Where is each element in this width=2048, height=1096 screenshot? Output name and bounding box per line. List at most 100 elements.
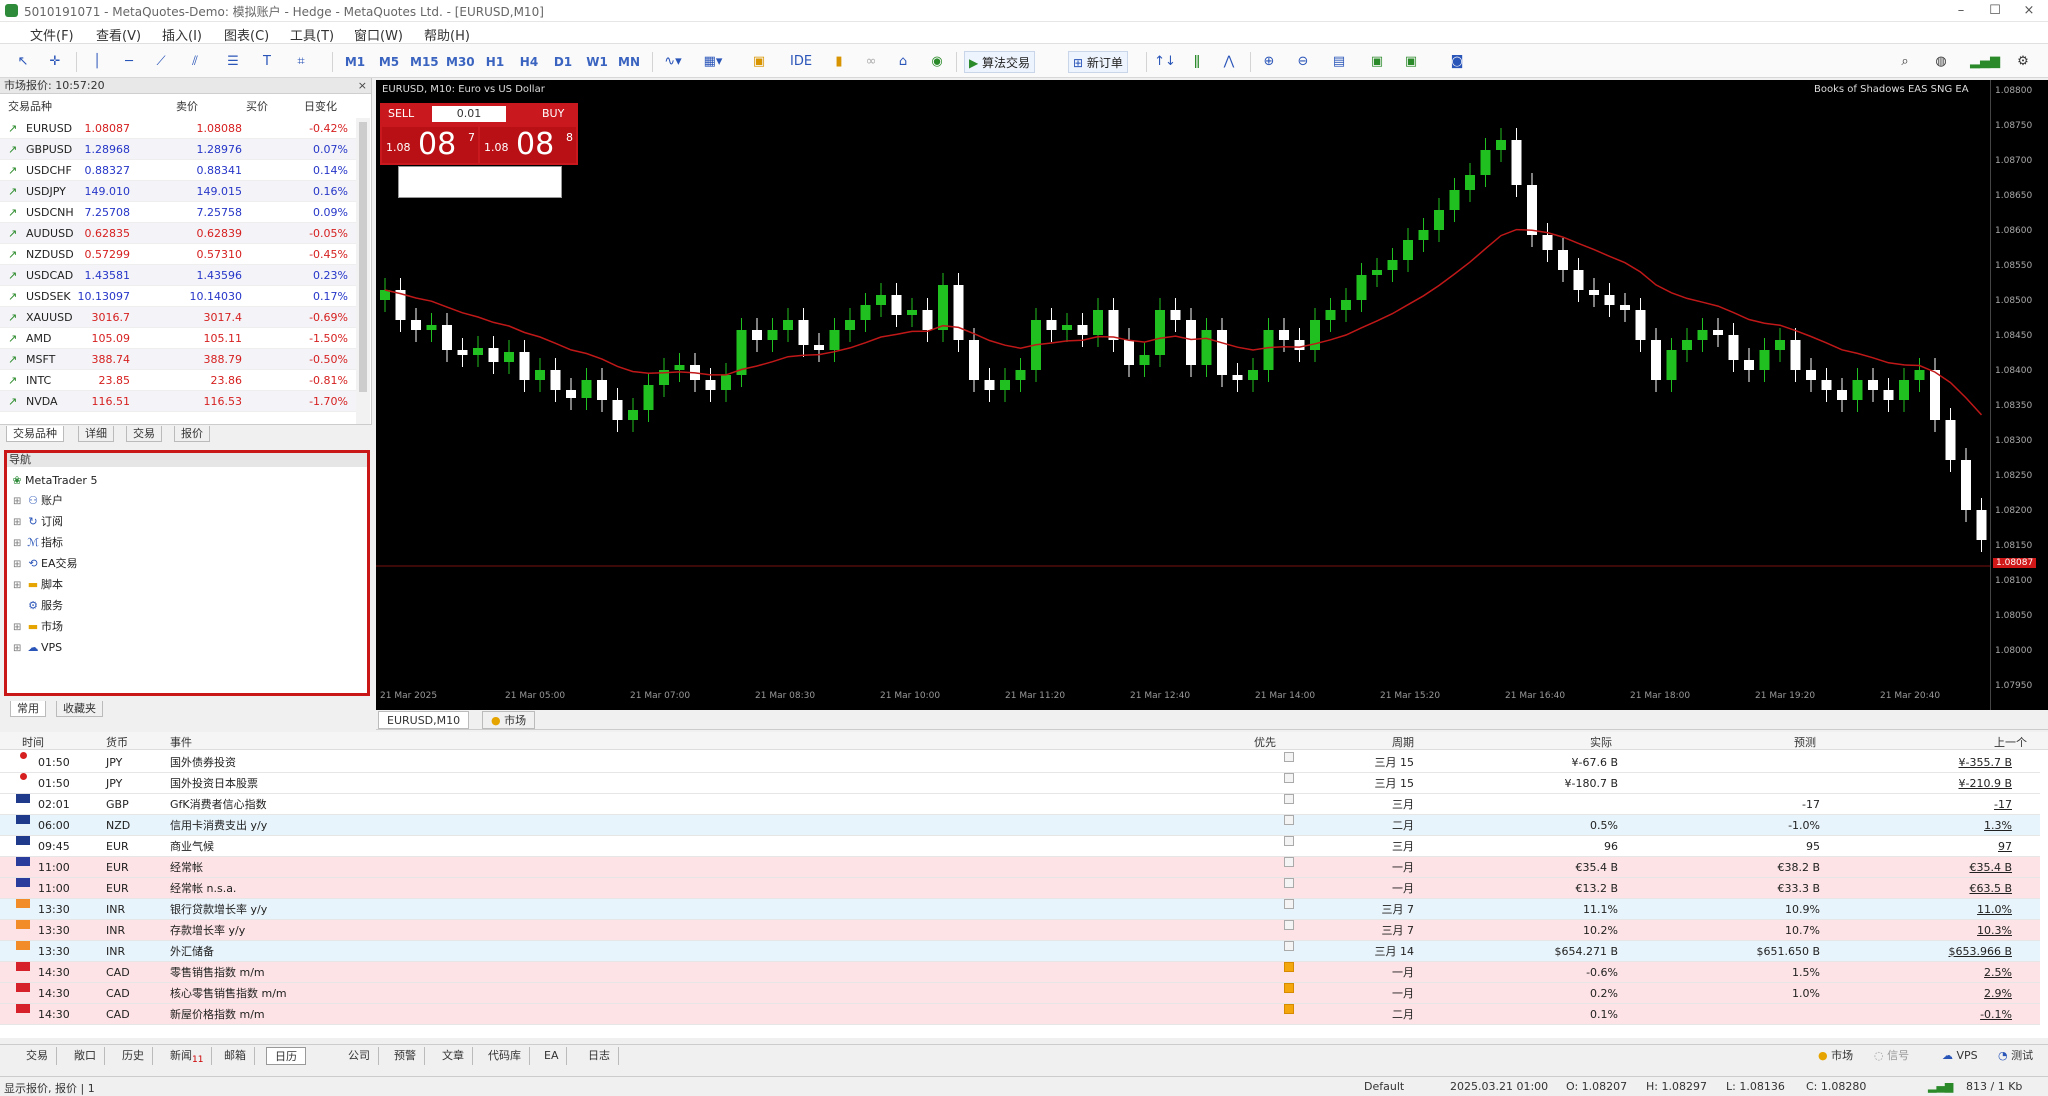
cursor-icon[interactable]: ↖ [12, 51, 34, 73]
calendar-row[interactable]: 06:00 NZD 信用卡消费支出 y/y 二月 0.5% -1.0% 1.3% [0, 815, 2040, 836]
calendar-row[interactable]: 09:45 EUR 商业气候 三月 96 95 97 [0, 836, 2040, 857]
menu-charts[interactable]: 图表(C) [224, 25, 269, 44]
priority-checkbox[interactable] [1284, 857, 1294, 867]
tab-company[interactable]: 公司 [340, 1047, 379, 1065]
market-watch-row[interactable]: ↗ GBPUSD 1.28968 1.28976 0.07% [0, 139, 356, 160]
zoom-out-icon[interactable]: ⊖ [1292, 51, 1314, 73]
tree-item-vps[interactable]: ⊞ ☁ VPS [13, 638, 62, 658]
calendar-row[interactable]: 11:00 EUR 经常帐 一月 €35.4 B €38.2 B €35.4 B [0, 857, 2040, 878]
tab-history[interactable]: 历史 [114, 1047, 153, 1065]
col-actual[interactable]: 实际 [1590, 734, 1612, 750]
tab-chart-eurusd[interactable]: EURUSD,M10 [378, 711, 470, 729]
priority-checkbox[interactable] [1284, 899, 1294, 909]
chart-shift-icon[interactable]: ▣ [1400, 51, 1422, 73]
tab-trading[interactable]: 交易 [126, 426, 162, 442]
sell-button[interactable]: SELL [388, 105, 414, 123]
tab-trade[interactable]: 交易 [18, 1047, 57, 1065]
calendar-row[interactable]: 14:30 CAD 零售销售指数 m/m 一月 -0.6% 1.5% 2.5% [0, 962, 2040, 983]
close-icon[interactable]: × [358, 78, 367, 94]
market-watch-row[interactable]: ↗ NZDUSD 0.57299 0.57310 -0.45% [0, 244, 356, 265]
tab-journal[interactable]: 日志 [580, 1047, 619, 1065]
vertical-line-icon[interactable]: │ [86, 51, 108, 73]
toolbox-icon[interactable]: ▮ [828, 51, 850, 73]
market-watch-row[interactable]: ↗ EURUSD 1.08087 1.08088 -0.42% [0, 118, 356, 139]
channel-icon[interactable]: ⫽ [184, 51, 206, 73]
market-watch-row[interactable]: ↗ INTC 23.85 23.86 -0.81% [0, 370, 356, 391]
market-watch-row[interactable]: ↗ MSFT 388.74 388.79 -0.50% [0, 349, 356, 370]
tree-item-accounts[interactable]: ⊞ ⚇ 账户 [13, 491, 63, 511]
tab-experts[interactable]: EA [536, 1047, 568, 1065]
col-time[interactable]: 时间 [22, 734, 44, 750]
timeframe-m1[interactable]: M1 [344, 51, 366, 73]
indicators-icon[interactable]: ∿▾ [662, 51, 684, 73]
timeframe-m5[interactable]: M5 [378, 51, 400, 73]
lot-size-input[interactable]: 0.01 [432, 106, 506, 122]
calendar-row[interactable]: 11:00 EUR 经常帐 n.s.a. 一月 €13.2 B €33.3 B €63.5 … [0, 878, 2040, 899]
profiles-icon[interactable]: ▣ [748, 51, 770, 73]
price-axis[interactable]: 1.08800 1.08750 1.08700 1.08650 1.08600 1.085… [1990, 80, 2048, 710]
close-button[interactable]: × [2012, 1, 2046, 21]
col-period[interactable]: 周期 [1392, 734, 1414, 750]
status-tester-link[interactable]: ◔ 测试 [1990, 1047, 2041, 1065]
account-icon[interactable]: ◍ [1930, 51, 1952, 73]
menu-view[interactable]: 查看(V) [96, 25, 141, 44]
timeframe-mn[interactable]: MN [618, 51, 640, 73]
tree-item-market[interactable]: ⊞ ▬ 市场 [13, 617, 63, 637]
signals-icon[interactable]: ⌂ [892, 51, 914, 73]
col-currency[interactable]: 货币 [106, 734, 128, 750]
tab-ticks[interactable]: 报价 [174, 426, 210, 442]
status-vps-link[interactable]: ☁ VPS [1934, 1047, 1986, 1065]
algo-trading-button[interactable]: ▶ 算法交易 [964, 51, 1036, 73]
timeframe-m30[interactable]: M30 [446, 51, 475, 73]
menu-file[interactable]: 文件(F) [30, 25, 74, 44]
settings-icon[interactable]: ⚙ [2012, 51, 2034, 73]
tab-mailbox[interactable]: 邮箱 [216, 1047, 255, 1065]
calendar-row[interactable]: 14:30 CAD 核心零售销售指数 m/m 一月 0.2% 1.0% 2.9% [0, 983, 2040, 1004]
text-icon[interactable]: T [256, 51, 278, 73]
link-icon[interactable]: ∞ [860, 51, 882, 73]
timeframe-d1[interactable]: D1 [552, 51, 574, 73]
col-event[interactable]: 事件 [170, 734, 192, 750]
priority-checkbox[interactable] [1284, 941, 1294, 951]
ide-icon[interactable]: IDE [790, 51, 812, 73]
market-watch-row[interactable]: ↗ NVDA 116.51 116.53 -1.70% [0, 391, 356, 412]
sell-price-button[interactable]: 1.08 08 7 [382, 127, 478, 163]
calendar-row[interactable]: 01:50 JPY 国外投资日本股票 三月 15 ¥-180.7 B ¥-210.9 B [0, 773, 2040, 794]
tab-codebase[interactable]: 代码库 [480, 1047, 530, 1065]
priority-checkbox[interactable] [1284, 752, 1294, 762]
crosshair-icon[interactable]: ✛ [44, 51, 66, 73]
search-icon[interactable]: ⌕ [1894, 51, 1916, 73]
buy-button[interactable]: BUY [542, 105, 564, 123]
calendar-row[interactable]: 13:30 INR 外汇储备 三月 14 $654.271 B $651.650 B $65… [0, 941, 2040, 962]
tree-item-scripts[interactable]: ⊞ ▬ 脚本 [13, 575, 63, 595]
tab-articles[interactable]: 文章 [434, 1047, 473, 1065]
status-signals-link[interactable]: ◌ 信号 [1866, 1047, 1917, 1065]
priority-checkbox[interactable] [1284, 815, 1294, 825]
priority-checkbox[interactable] [1284, 794, 1294, 804]
tab-calendar[interactable]: 日历 [266, 1047, 306, 1065]
autoscroll-icon[interactable]: ▣ [1366, 51, 1388, 73]
tab-market[interactable]: ● 市场 [482, 711, 536, 729]
tab-alerts[interactable]: 预警 [386, 1047, 425, 1065]
menu-help[interactable]: 帮助(H) [424, 25, 470, 44]
menu-insert[interactable]: 插入(I) [162, 25, 202, 44]
line-chart-icon[interactable]: ⋀ [1218, 51, 1240, 73]
tree-item-expert-advisors[interactable]: ⊞ ⟲ EA交易 [13, 554, 77, 574]
bar-chart-icon[interactable]: ǁ [1186, 51, 1208, 73]
timeframe-h1[interactable]: H1 [484, 51, 506, 73]
market-watch-row[interactable]: ↗ AMD 105.09 105.11 -1.50% [0, 328, 356, 349]
tile-windows-icon[interactable]: ▤ [1328, 51, 1350, 73]
col-priority[interactable]: 优先 [1254, 734, 1276, 750]
col-symbol[interactable]: 交易品种 [8, 98, 52, 116]
chart-template-icon[interactable]: ▦▾ [702, 51, 724, 73]
tab-news[interactable]: 新闻11 [162, 1047, 213, 1065]
candlestick-chart[interactable]: 21 Mar 2025 21 Mar 05:00 21 Mar 07:00 21 Ma… [376, 80, 1990, 710]
depth-of-market-icon[interactable]: ↑↓ [1154, 51, 1176, 73]
priority-checkbox[interactable] [1284, 773, 1294, 783]
market-watch-row[interactable]: ↗ USDCAD 1.43581 1.43596 0.23% [0, 265, 356, 286]
tab-symbols[interactable]: 交易品种 [6, 426, 64, 442]
market-watch-row[interactable]: ↗ XAUUSD 3016.7 3017.4 -0.69% [0, 307, 356, 328]
market-icon[interactable]: ◉ [926, 51, 948, 73]
tab-favorites[interactable]: 收藏夹 [56, 701, 103, 717]
timeframe-m15[interactable]: M15 [410, 51, 439, 73]
